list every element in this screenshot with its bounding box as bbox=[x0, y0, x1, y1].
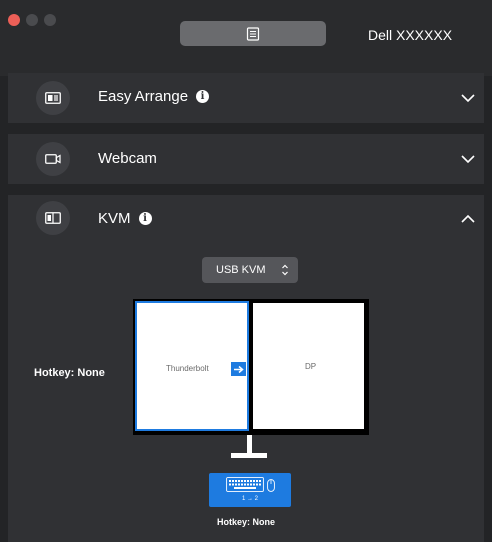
app-window: Dell XXXXXX Easy Arrange i Webcam KVM i … bbox=[0, 0, 492, 542]
info-icon[interactable]: i bbox=[138, 212, 152, 225]
monitor-preview: Thunderbolt DP bbox=[133, 299, 369, 435]
chevron-down-icon[interactable] bbox=[460, 151, 476, 167]
easy-arrange-icon bbox=[36, 81, 70, 115]
kvm-peripheral-device[interactable]: 1 → 2 bbox=[209, 473, 291, 507]
section-webcam[interactable]: Webcam bbox=[8, 134, 484, 184]
minimize-window-button[interactable] bbox=[26, 14, 38, 26]
close-window-button[interactable] bbox=[8, 14, 20, 26]
section-kvm: KVM i USB KVM Hotkey: None Thunderbolt D… bbox=[8, 195, 484, 542]
chevron-up-icon[interactable] bbox=[460, 211, 476, 227]
screen-thunderbolt[interactable]: Thunderbolt bbox=[135, 301, 249, 431]
device-name: Dell XXXXXX bbox=[368, 27, 453, 43]
updown-chevron-icon bbox=[282, 264, 288, 276]
kvm-switch-label: 1 → 2 bbox=[241, 496, 258, 502]
webcam-icon bbox=[36, 142, 70, 176]
section-title-text: KVM bbox=[98, 210, 131, 227]
screen-label-thunderbolt: Thunderbolt bbox=[166, 364, 209, 373]
section-title-text: Easy Arrange bbox=[98, 88, 189, 105]
section-easy-arrange[interactable]: Easy Arrange i bbox=[8, 73, 484, 123]
section-title: Webcam bbox=[98, 150, 157, 167]
monitor-stand bbox=[247, 435, 252, 453]
section-title-text: Webcam bbox=[98, 150, 157, 167]
hotkey-label: Hotkey: None bbox=[34, 367, 105, 379]
kvm-mode-select[interactable]: USB KVM bbox=[202, 257, 298, 283]
kvm-mode-value: USB KVM bbox=[216, 264, 266, 276]
arrow-right-icon[interactable] bbox=[231, 362, 246, 376]
kvm-icon bbox=[36, 201, 70, 235]
screen-label-dp: DP bbox=[305, 362, 317, 371]
scrollbar[interactable] bbox=[486, 76, 492, 542]
screen-dp[interactable]: DP bbox=[253, 303, 364, 429]
keyboard-icon bbox=[226, 477, 264, 492]
monitor-stand-base bbox=[231, 453, 267, 458]
info-icon[interactable]: i bbox=[196, 90, 210, 103]
section-title: Easy Arrange i bbox=[98, 88, 210, 105]
zoom-window-button[interactable] bbox=[44, 14, 56, 26]
mouse-icon bbox=[267, 479, 275, 492]
document-list-icon bbox=[246, 26, 260, 41]
section-title[interactable]: KVM i bbox=[98, 210, 152, 227]
menu-button[interactable] bbox=[180, 21, 326, 46]
chevron-down-icon[interactable] bbox=[460, 90, 476, 106]
hotkey-label-bottom: Hotkey: None bbox=[216, 517, 275, 527]
title-bar: Dell XXXXXX bbox=[0, 0, 492, 76]
